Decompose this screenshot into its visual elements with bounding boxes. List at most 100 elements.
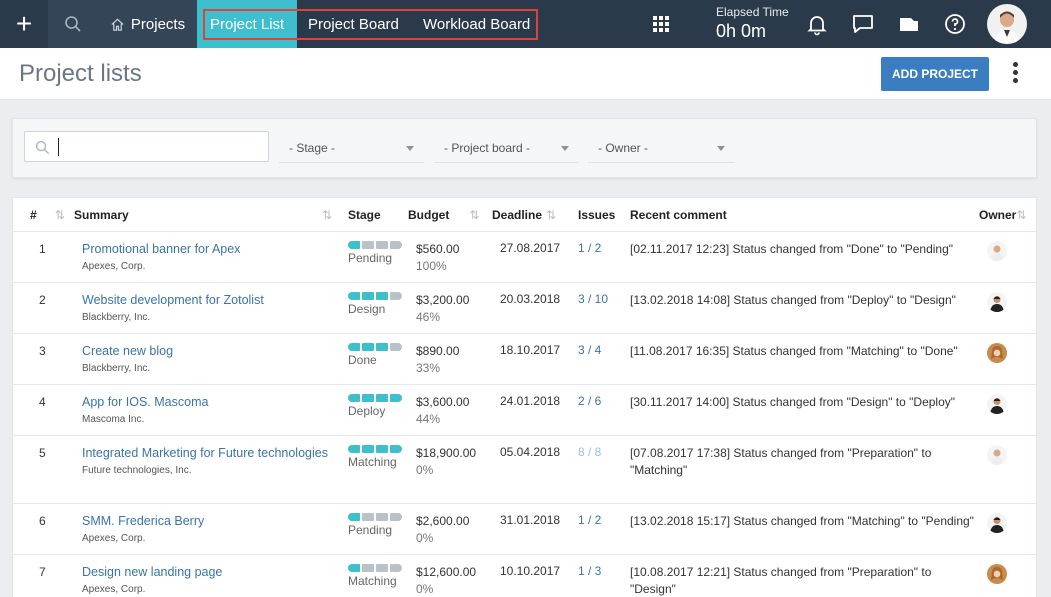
client-name: Mascoma Inc. bbox=[82, 414, 145, 425]
owner-avatar[interactable] bbox=[987, 445, 1007, 465]
chevron-down-icon bbox=[717, 146, 725, 151]
stage-label: Pending bbox=[348, 251, 393, 265]
add-icon[interactable]: + bbox=[0, 0, 48, 48]
project-link[interactable]: Integrated Marketing for Future technolo… bbox=[82, 445, 332, 462]
issues-link[interactable]: 3 / 10 bbox=[578, 292, 608, 306]
stage-label: Matching bbox=[348, 574, 397, 588]
client-name: Apexes, Corp. bbox=[82, 584, 146, 595]
table-row[interactable]: 5 Integrated Marketing for Future technol… bbox=[13, 436, 1036, 504]
tab-project-board[interactable]: Project Board bbox=[295, 0, 412, 48]
search-input[interactable] bbox=[57, 136, 257, 157]
stage-segment bbox=[390, 445, 402, 453]
stage-segment bbox=[390, 241, 402, 249]
budget-cell: $3,200.00 46% bbox=[416, 292, 469, 326]
stage-cell: Matching bbox=[348, 445, 402, 469]
column-header-issues[interactable]: Issues bbox=[578, 198, 615, 232]
owner-avatar[interactable] bbox=[987, 292, 1007, 312]
client-name: Apexes, Corp. bbox=[82, 533, 146, 544]
issues-link[interactable]: 1 / 2 bbox=[578, 241, 601, 255]
stage-select-value: - Stage - bbox=[289, 140, 336, 155]
issues-link[interactable]: 1 / 2 bbox=[578, 513, 601, 527]
project-board-select[interactable]: - Project board - bbox=[434, 133, 579, 163]
stage-progress-bar bbox=[348, 241, 402, 249]
issues-link[interactable]: 8 / 8 bbox=[578, 445, 601, 459]
apps-grid-icon[interactable] bbox=[649, 12, 673, 36]
sort-icon: ⇅ bbox=[54, 208, 65, 222]
issues-link[interactable]: 3 / 4 bbox=[578, 343, 601, 357]
tab-project-list[interactable]: Project List bbox=[197, 0, 298, 55]
stage-segment bbox=[362, 445, 374, 453]
owner-avatar[interactable] bbox=[987, 241, 1007, 261]
stage-progress-bar bbox=[348, 394, 402, 402]
owner-select-value: - Owner - bbox=[598, 140, 649, 155]
issues-link[interactable]: 2 / 6 bbox=[578, 394, 601, 408]
column-header-recent-comment[interactable]: Recent comment bbox=[630, 198, 727, 232]
bell-icon[interactable] bbox=[805, 12, 829, 36]
chevron-down-icon bbox=[561, 146, 569, 151]
owner-select[interactable]: - Owner - bbox=[588, 133, 735, 163]
tab-workload-board[interactable]: Workload Board bbox=[410, 0, 543, 48]
elapsed-time: Elapsed Time 0h 0m bbox=[716, 5, 789, 42]
project-link[interactable]: Design new landing page bbox=[82, 564, 332, 581]
summary-cell: Integrated Marketing for Future technolo… bbox=[82, 445, 332, 476]
help-icon[interactable] bbox=[943, 12, 967, 36]
stage-label: Design bbox=[348, 302, 386, 316]
more-options-icon[interactable] bbox=[1007, 62, 1023, 88]
recent-comment: [02.11.2017 12:23] Status changed from "… bbox=[630, 242, 954, 256]
filter-bar: - Stage - - Project board - - Owner - bbox=[12, 118, 1037, 178]
chat-icon[interactable] bbox=[851, 12, 875, 36]
table-row[interactable]: 6 SMM. Frederica Berry Apexes, Corp. Pendin… bbox=[13, 504, 1036, 555]
project-link[interactable]: App for IOS. Mascoma bbox=[82, 394, 332, 411]
column-header-deadline[interactable]: Deadline ⇅ bbox=[492, 198, 556, 232]
projects-menu-button[interactable]: Projects bbox=[98, 0, 197, 48]
column-header-owner[interactable]: Owner ⇅ bbox=[979, 198, 1026, 232]
stage-segment bbox=[362, 292, 374, 300]
recent-comment: [11.08.2017 16:35] Status changed from "… bbox=[630, 344, 958, 358]
stage-cell: Matching bbox=[348, 564, 402, 588]
budget-percent: 0% bbox=[416, 463, 434, 477]
user-avatar[interactable] bbox=[987, 4, 1027, 44]
stage-progress-bar bbox=[348, 343, 402, 351]
table-row[interactable]: 4 App for IOS. Mascoma Mascoma Inc. Deploy $… bbox=[13, 385, 1036, 436]
table-row[interactable]: 2 Website development for Zotolist Blackbe… bbox=[13, 283, 1036, 334]
search-field[interactable] bbox=[24, 131, 269, 162]
row-number: 2 bbox=[39, 293, 46, 307]
sort-icon: ⇅ bbox=[469, 208, 480, 222]
owner-avatar[interactable] bbox=[987, 564, 1007, 584]
stage-segment bbox=[390, 564, 402, 572]
table-row[interactable]: 3 Create new blog Blackberry, Inc. Done $890… bbox=[13, 334, 1036, 385]
sort-icon[interactable]: ⇅ bbox=[318, 198, 332, 232]
budget-cell: $18,900.00 0% bbox=[416, 445, 476, 479]
project-link[interactable]: SMM. Frederica Berry bbox=[82, 513, 332, 530]
table-row[interactable]: 1 Promotional banner for Apex Apexes, Corp… bbox=[13, 232, 1036, 283]
column-header-budget[interactable]: Budget ⇅ bbox=[408, 198, 479, 232]
project-link[interactable]: Promotional banner for Apex bbox=[82, 241, 332, 258]
stage-segment bbox=[376, 513, 388, 521]
project-link[interactable]: Website development for Zotolist bbox=[82, 292, 332, 309]
search-icon[interactable] bbox=[48, 0, 98, 48]
row-number: 7 bbox=[39, 565, 46, 579]
stage-segment bbox=[362, 343, 374, 351]
folder-icon[interactable] bbox=[897, 12, 921, 36]
recent-comment: [13.02.2018 15:17] Status changed from "… bbox=[630, 514, 974, 528]
stage-segment bbox=[376, 445, 388, 453]
stage-segment bbox=[348, 292, 360, 300]
stage-select[interactable]: - Stage - bbox=[279, 133, 424, 163]
column-header-summary[interactable]: Summary bbox=[74, 198, 129, 232]
stage-segment bbox=[376, 292, 388, 300]
column-header-stage[interactable]: Stage bbox=[348, 198, 381, 232]
owner-avatar[interactable] bbox=[987, 513, 1007, 533]
owner-avatar[interactable] bbox=[987, 343, 1007, 363]
stage-segment bbox=[362, 564, 374, 572]
budget-value: $890.00 bbox=[416, 344, 460, 358]
budget-value: $3,600.00 bbox=[416, 395, 470, 409]
project-link[interactable]: Create new blog bbox=[82, 343, 332, 360]
issues-link[interactable]: 1 / 3 bbox=[578, 564, 601, 578]
add-project-button[interactable]: ADD PROJECT bbox=[881, 57, 989, 91]
owner-avatar[interactable] bbox=[987, 394, 1007, 414]
stage-segment bbox=[348, 513, 360, 521]
budget-cell: $12,600.00 0% bbox=[416, 564, 476, 597]
stage-segment bbox=[376, 564, 388, 572]
table-row[interactable]: 7 Design new landing page Apexes, Corp. Mat… bbox=[13, 555, 1036, 597]
column-header-number[interactable]: # ⇅ bbox=[30, 198, 65, 232]
